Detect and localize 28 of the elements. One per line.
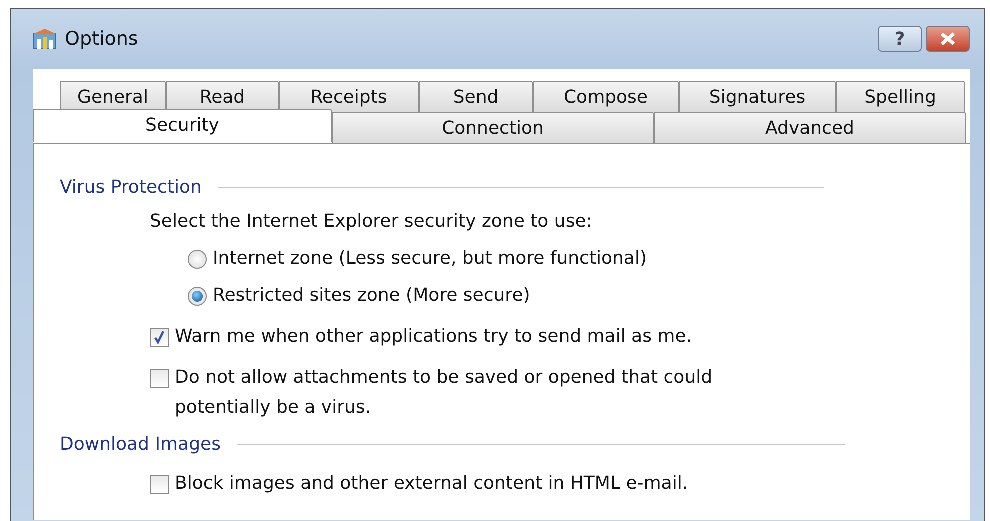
radio-button[interactable] [188, 250, 207, 269]
app-icon [33, 28, 57, 50]
checkbox-label[interactable]: Block images and other external content in HTML e-mail. [175, 469, 688, 499]
tab[interactable]: Send [419, 81, 533, 112]
section-heading: Download Images [60, 433, 221, 457]
tab[interactable]: Spelling [836, 81, 965, 112]
checkbox[interactable] [150, 475, 169, 494]
tab[interactable]: General [60, 81, 166, 112]
checkbox-label[interactable]: Do not allow attachments to be saved or opened that could potentially be a virus. [175, 363, 775, 423]
checkbox[interactable] [150, 328, 169, 347]
tab[interactable]: Read [166, 81, 279, 112]
tab[interactable]: Security [33, 109, 332, 142]
checkbox-label[interactable]: Warn me when other applications try to send mail as me. [175, 322, 692, 352]
checkbox[interactable] [150, 369, 169, 388]
radio-label[interactable]: Internet zone (Less secure, but more functional) [213, 244, 647, 274]
tab[interactable]: Connection [332, 112, 654, 143]
tab[interactable]: Advanced [654, 112, 966, 143]
tab[interactable]: Compose [533, 81, 679, 112]
radio-button[interactable] [188, 287, 207, 306]
close-button[interactable] [926, 26, 970, 52]
window-title: Options [65, 26, 138, 52]
instruction-text: Select the Internet Explorer security zone to use: [150, 210, 592, 234]
tab[interactable]: Signatures [679, 81, 836, 112]
radio-label[interactable]: Restricted sites zone (More secure) [213, 281, 530, 311]
help-button[interactable]: ? [878, 26, 922, 52]
close-icon [939, 32, 957, 46]
tab[interactable]: Receipts [279, 81, 419, 112]
section-heading: Virus Protection [60, 176, 202, 200]
